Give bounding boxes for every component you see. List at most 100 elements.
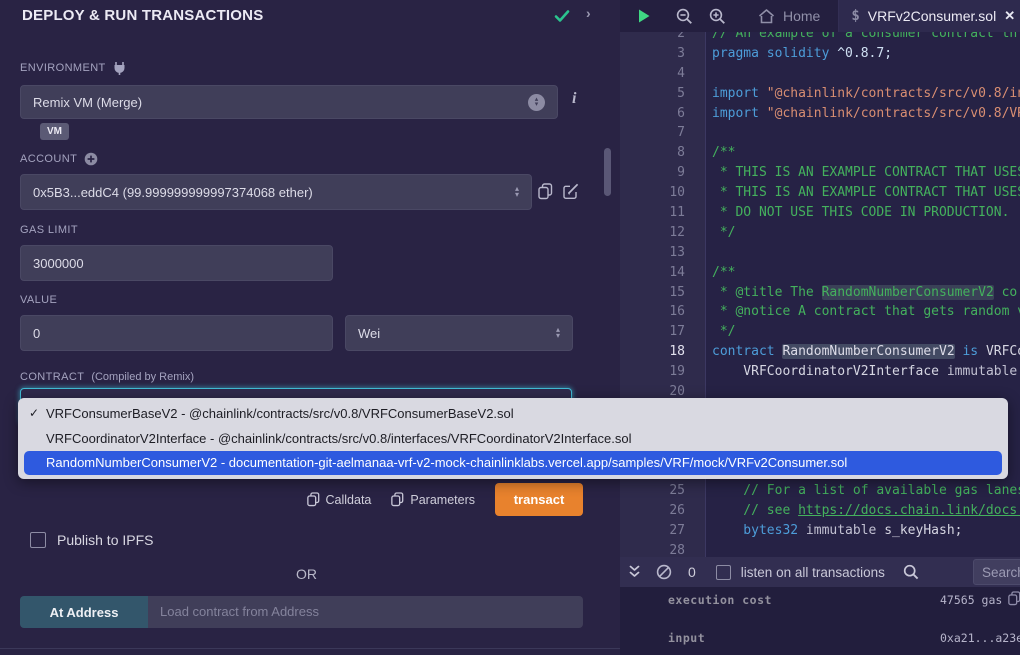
listen-all-label: listen on all transactions [741,565,885,580]
plug-icon [113,61,126,75]
line-number: 17 [620,322,705,342]
line-number: 10 [620,183,705,203]
plus-circle-icon[interactable] [84,152,98,166]
value-label: VALUE [20,294,57,306]
code-line: contract RandomNumberConsumerV2 is VRFCo [712,342,1020,362]
terminal-search-input[interactable] [973,559,1020,585]
gas-limit-input[interactable] [20,245,333,281]
line-number: 8 [620,143,705,163]
contract-option-label: VRFCoordinatorV2Interface - @chainlink/c… [46,431,631,446]
line-number: 6 [620,104,705,124]
code-line: // For a list of available gas lanes [712,481,1020,501]
line-number: 15 [620,283,705,303]
terminal-row-key: input [668,631,705,645]
terminal-row-value: 47565 gas [940,593,1002,607]
code-line: * THIS IS AN EXAMPLE CONTRACT THAT USES [712,183,1020,203]
clear-console-icon[interactable] [656,564,672,580]
line-number: 25 [620,481,705,501]
line-number: 9 [620,163,705,183]
code-line: // An example of a consumer contract th [712,32,1020,44]
zoom-in-icon[interactable] [709,8,726,25]
account-label: ACCOUNT [20,152,98,166]
line-number: 4 [620,64,705,84]
edit-account-icon[interactable] [562,183,579,200]
compile-success-check-icon [553,7,571,25]
run-script-icon[interactable] [636,8,652,24]
publish-ipfs-checkbox[interactable] [30,532,46,548]
at-address-button[interactable]: At Address [20,596,148,628]
code-line: /** [712,143,1020,163]
code-line: */ [712,223,1020,243]
code-line: VRFCoordinatorV2Interface immutable [712,362,1020,382]
chevron-right-icon[interactable]: › [586,5,591,21]
line-number: 2 [620,32,705,44]
code-line: bytes32 immutable s_keyHash; [712,521,1020,541]
code-line: * @notice A contract that gets random v [712,302,1020,322]
or-separator: OR [0,566,613,582]
close-tab-icon[interactable]: ✕ [1004,8,1015,24]
line-number: 3 [620,44,705,64]
code-line: import "@chainlink/contracts/src/v0.8/in [712,84,1020,104]
home-icon [758,9,775,24]
deploy-run-panel: DEPLOY & RUN TRANSACTIONS › ENVIRONMENT … [0,0,620,655]
code-line: */ [712,322,1020,342]
contract-dropdown-list: ✓VRFConsumerBaseV2 - @chainlink/contract… [18,398,1008,479]
vm-badge: VM [40,123,69,140]
remix-ide-window: DEPLOY & RUN TRANSACTIONS › ENVIRONMENT … [0,0,1020,655]
terminal-row: execution cost 47565 gas [668,593,1020,607]
environment-info-icon[interactable]: i [572,90,576,108]
deploy-actions-row: Calldata Parameters transact [307,483,583,516]
value-input[interactable] [20,315,333,351]
contract-option[interactable]: VRFCoordinatorV2Interface - @chainlink/c… [18,426,1008,451]
terminal-row-key: execution cost [668,593,772,607]
account-select[interactable]: 0x5B3...eddC4 (99.999999999997374068 eth… [20,174,532,210]
parameters-button[interactable]: Parameters [391,492,475,507]
code-line: import "@chainlink/contracts/src/v0.8/VR [712,104,1020,124]
gas-limit-label: GAS LIMIT [20,224,78,236]
editor-tabbar: Home $ VRFv2Consumer.sol ✕ [620,0,1020,32]
publish-ipfs-label: Publish to IPFS [57,532,154,548]
line-number: 5 [620,84,705,104]
contract-option[interactable]: RandomNumberConsumerV2 - documentation-g… [24,451,1002,475]
expand-terminal-icon[interactable] [628,565,641,579]
line-number: 7 [620,123,705,143]
line-number: 28 [620,541,705,557]
code-line: * @title The RandomNumberConsumerV2 co [712,283,1020,303]
transact-button[interactable]: transact [495,483,583,516]
code-line [712,541,1020,557]
line-number: 26 [620,501,705,521]
sort-carets-icon: ▴▾ [515,186,519,198]
code-line: // see https://docs.chain.link/docs, [712,501,1020,521]
listen-all-checkbox[interactable] [716,565,731,580]
line-number: 27 [620,521,705,541]
terminal-row: input0xa21...a23e4 [668,631,1020,645]
panel-title: DEPLOY & RUN TRANSACTIONS [22,7,263,24]
sort-carets-icon: ▴▾ [556,327,560,339]
copy-account-icon[interactable] [538,183,553,200]
code-line: * THIS IS AN EXAMPLE CONTRACT THAT USES [712,163,1020,183]
environment-label: ENVIRONMENT [20,61,126,75]
terminal-output[interactable]: execution cost 47565 gas input0xa21...a23e… [620,587,1020,655]
search-icon [903,564,919,580]
code-line: /** [712,263,1020,283]
contract-option-label: VRFConsumerBaseV2 - @chainlink/contracts… [46,406,514,421]
terminal-toolbar: 0 listen on all transactions [620,557,1020,587]
environment-select[interactable]: Remix VM (Merge) ▴▾ [20,85,558,119]
contract-option[interactable]: ✓VRFConsumerBaseV2 - @chainlink/contract… [18,401,1008,426]
code-line: * DO NOT USE THIS CODE IN PRODUCTION. [712,203,1020,223]
tab-home[interactable]: Home [740,0,839,32]
panel-scrollbar-thumb[interactable] [604,148,611,196]
value-unit-select[interactable]: Wei ▴▾ [345,315,573,351]
code-line [712,123,1020,143]
line-number: 18 [620,342,705,362]
tab-vrfv2consumer-sol[interactable]: $ VRFv2Consumer.sol ✕ [839,0,1020,32]
transaction-count: 0 [688,564,696,580]
code-line: pragma solidity ^0.8.7; [712,44,1020,64]
line-number: 11 [620,203,705,223]
calldata-button[interactable]: Calldata [307,492,372,507]
sort-carets-icon: ▴▾ [528,94,545,111]
panel-divider [0,648,620,649]
at-address-input[interactable] [148,596,583,628]
zoom-out-icon[interactable] [676,8,693,25]
contract-option-label: RandomNumberConsumerV2 - documentation-g… [46,455,847,470]
